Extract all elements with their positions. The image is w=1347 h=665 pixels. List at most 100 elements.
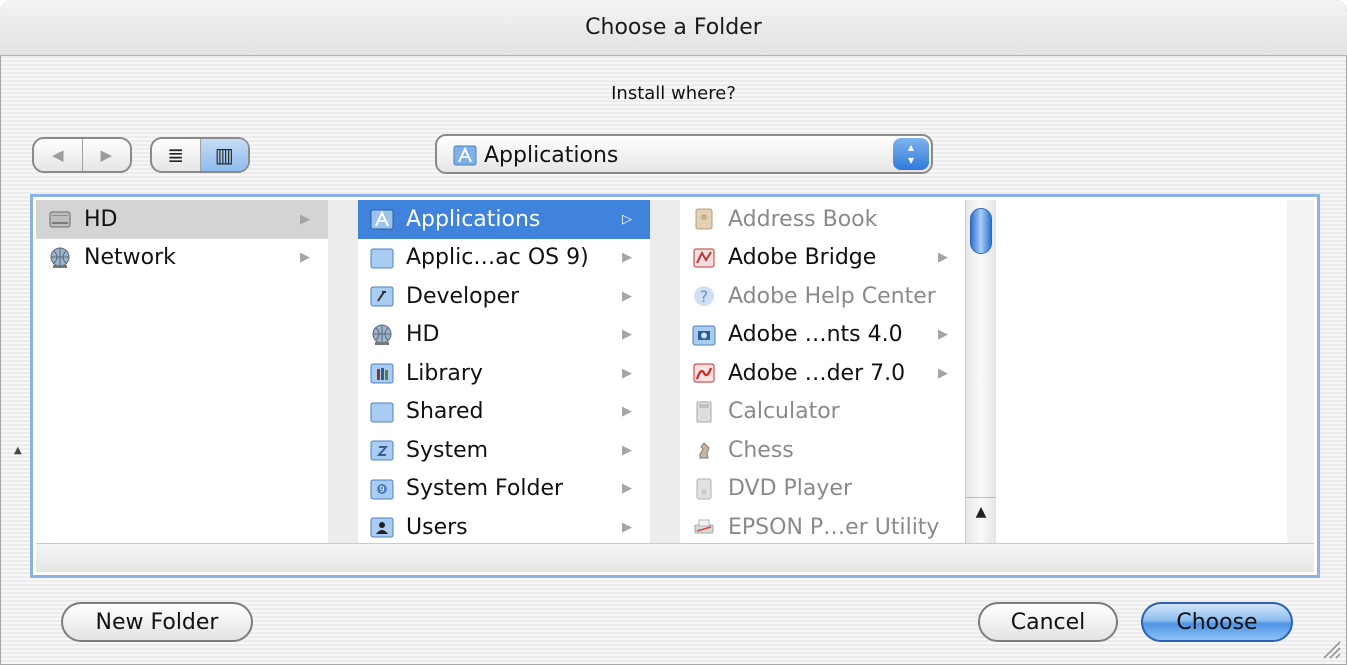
list-item-label: Applications — [406, 206, 541, 232]
users-folder-icon — [370, 515, 394, 539]
disclosure-arrow-icon: ▶ — [622, 481, 632, 497]
new-folder-button[interactable]: New Folder — [61, 602, 253, 642]
list-item-label: Users — [406, 514, 468, 540]
library-folder-icon — [370, 361, 394, 385]
list-item[interactable]: Applications ▷ — [358, 200, 650, 239]
list-item[interactable]: Adobe …nts 4.0 ▶ — [680, 316, 962, 355]
resize-grip-icon[interactable] — [1319, 637, 1341, 659]
network-globe-icon — [370, 323, 394, 347]
folder-icon — [370, 400, 394, 424]
window-title: Choose a Folder — [585, 15, 762, 40]
list-item: Address Book — [680, 200, 962, 239]
cancel-button[interactable]: Cancel — [978, 602, 1118, 642]
svg-text:9: 9 — [379, 485, 384, 494]
column-view-button[interactable]: ▥ — [199, 139, 248, 171]
system-folder-icon — [370, 438, 394, 462]
scrollbar-thumb[interactable] — [970, 208, 992, 254]
adobe-elements-icon — [692, 323, 716, 347]
forward-button[interactable]: ▶ — [81, 139, 131, 171]
browser-column-2: Applications ▷ Applic…ac OS 9) ▶ Develop… — [358, 200, 680, 545]
printer-utility-icon — [692, 515, 716, 539]
developer-folder-icon — [370, 284, 394, 308]
back-button[interactable]: ◀ — [34, 139, 82, 171]
list-item-label: Applic…ac OS 9) — [406, 245, 589, 271]
list-item-label: Adobe Bridge — [728, 245, 877, 271]
list-item[interactable]: Network ▶ — [36, 239, 328, 278]
prompt-message: Install where? — [611, 83, 736, 104]
browser-column-3: Address Book Adobe Bridge ▶ ? Adobe Help… — [680, 200, 962, 545]
list-item[interactable]: Adobe …der 7.0 ▶ — [680, 354, 962, 393]
disclosure-arrow-icon: ▶ — [938, 365, 948, 381]
title-bar[interactable]: Choose a Folder — [0, 0, 1347, 56]
list-item[interactable]: Library ▶ — [358, 354, 650, 393]
list-item-label: Developer — [406, 283, 520, 309]
list-item-label: Adobe …der 7.0 — [728, 360, 906, 386]
list-item[interactable]: 9 System Folder ▶ — [358, 470, 650, 509]
browser-column-1: HD ▶ Network ▶ — [36, 200, 358, 545]
list-item-label: Calculator — [728, 399, 840, 425]
calculator-icon — [692, 400, 716, 424]
disclosure-arrow-icon: ▶ — [622, 288, 632, 304]
list-view-icon: ≣ — [167, 143, 185, 167]
list-item[interactable]: Shared ▶ — [358, 393, 650, 432]
list-item-label: Adobe …nts 4.0 — [728, 322, 903, 348]
list-view-button[interactable]: ≣ — [152, 139, 200, 171]
disclosure-arrow-icon: ▶ — [300, 250, 310, 266]
list-item: DVD Player — [680, 470, 962, 509]
list-item-label: DVD Player — [728, 476, 852, 502]
list-item-label: Library — [406, 360, 483, 386]
list-item: Chess — [680, 431, 962, 470]
disclosure-arrow-icon: ▶ — [622, 250, 632, 266]
list-item-label: Address Book — [728, 206, 878, 232]
list-item[interactable]: Developer ▶ — [358, 277, 650, 316]
dvd-player-icon — [692, 477, 716, 501]
network-globe-icon — [48, 246, 72, 270]
list-item[interactable]: Applic…ac OS 9) ▶ — [358, 239, 650, 278]
back-arrow-icon: ◀ — [51, 146, 64, 164]
disclosure-arrow-icon: ▶ — [622, 519, 632, 535]
disclosure-arrow-icon: ▶ — [300, 211, 310, 227]
list-item-label: System Folder — [406, 476, 564, 502]
list-item[interactable]: HD ▶ — [358, 316, 650, 355]
chevron-down-icon: ▾ — [907, 153, 915, 167]
chess-icon — [692, 438, 716, 462]
column-browser: HD ▶ Network ▶ Applications ▷ Applic…ac … — [30, 194, 1320, 578]
location-popup[interactable]: Applications ▴ ▾ — [435, 134, 933, 174]
list-item[interactable]: HD ▶ — [36, 200, 328, 239]
disclosure-arrow-icon: ▶ — [938, 327, 948, 343]
forward-arrow-icon: ▶ — [100, 146, 113, 164]
applications-folder-icon — [370, 207, 394, 231]
list-item: EPSON P…er Utility — [680, 508, 962, 545]
list-item-label: HD — [406, 322, 440, 348]
view-mode-control: ≣ ▥ — [150, 137, 250, 173]
choose-button[interactable]: Choose — [1141, 602, 1293, 642]
column-3-scrollbar[interactable]: ▲ — [965, 200, 996, 545]
disclosure-arrow-icon: ▶ — [622, 404, 632, 420]
list-item-label: Chess — [728, 437, 794, 463]
list-item-label: Adobe Help Center — [728, 283, 936, 309]
location-popup-label: Applications — [484, 143, 619, 168]
list-item[interactable]: System ▶ — [358, 431, 650, 470]
svg-text:?: ? — [700, 287, 709, 306]
browser-column-divider — [1287, 200, 1314, 545]
back-forward-control: ◀ ▶ — [32, 137, 132, 173]
system9-folder-icon: 9 — [370, 477, 394, 501]
arrow-up-icon: ▲ — [975, 504, 987, 520]
list-item-label: Network — [84, 245, 176, 271]
list-item-label: EPSON P…er Utility — [728, 514, 940, 540]
list-item[interactable]: Adobe Bridge ▶ — [680, 239, 962, 278]
list-item-label: HD — [84, 206, 118, 232]
browser-column-4 — [996, 200, 1286, 545]
help-center-icon: ? — [692, 284, 716, 308]
list-item: Calculator — [680, 393, 962, 432]
scroll-up-button[interactable]: ▲ — [966, 497, 996, 545]
popup-stepper: ▴ ▾ — [893, 138, 929, 170]
list-item[interactable]: Users ▶ — [358, 508, 650, 545]
horizontal-scrollbar[interactable] — [36, 543, 1314, 572]
list-item-label: System — [406, 437, 489, 463]
applications-folder-icon — [453, 145, 477, 166]
disclosure-arrow-icon: ▶ — [622, 365, 632, 381]
column-resize-icon: ▲ — [14, 445, 22, 456]
column-view-icon: ▥ — [214, 143, 234, 167]
adobe-reader-icon — [692, 361, 716, 385]
